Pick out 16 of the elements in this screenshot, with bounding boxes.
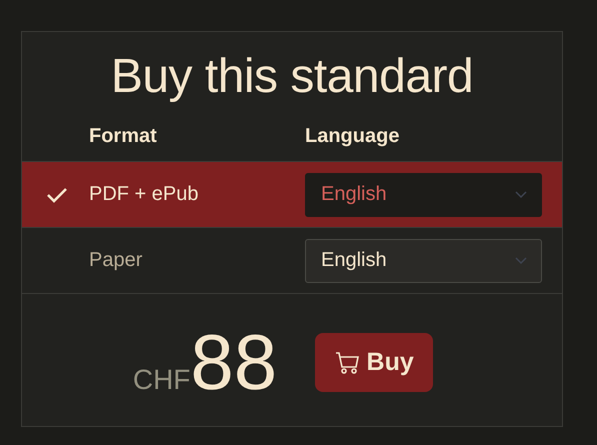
checkmark-icon bbox=[46, 186, 68, 204]
column-header: Language bbox=[305, 125, 400, 148]
buy-button[interactable]: Buy bbox=[315, 332, 434, 392]
chevron-down-icon bbox=[515, 256, 527, 264]
currency-label: CHF bbox=[132, 364, 190, 396]
format-option-row[interactable]: PDF + ePub English bbox=[22, 162, 562, 228]
price-amount: 88 bbox=[190, 323, 278, 401]
format-option-row[interactable]: Paper English bbox=[22, 228, 562, 294]
column-header: Format bbox=[89, 125, 158, 148]
format-label: PDF + ePub bbox=[89, 183, 200, 206]
language-select[interactable]: English bbox=[305, 238, 542, 282]
chevron-down-icon bbox=[515, 190, 527, 198]
language-select[interactable]: English bbox=[305, 172, 542, 216]
cart-icon bbox=[334, 350, 359, 374]
page-title: Buy this standard bbox=[110, 49, 474, 105]
format-label: Paper bbox=[89, 249, 144, 272]
